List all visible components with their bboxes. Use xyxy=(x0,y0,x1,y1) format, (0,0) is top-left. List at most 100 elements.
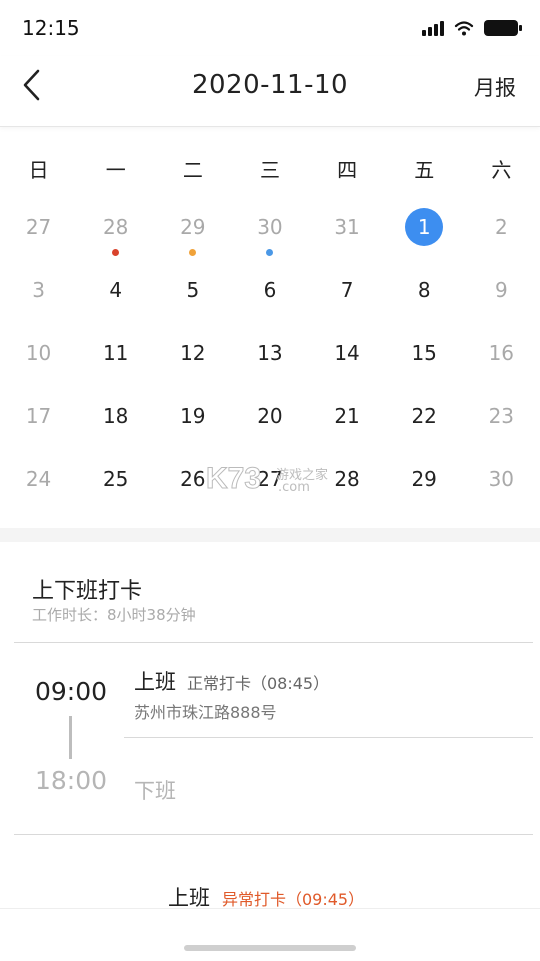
calendar-day[interactable]: 10 xyxy=(0,322,77,385)
clock-out-label: 下班 xyxy=(134,779,176,803)
calendar-day-number: 24 xyxy=(25,467,52,491)
signal-icon xyxy=(422,20,444,36)
calendar-day[interactable]: 30 xyxy=(231,196,308,259)
weekday-label: 一 xyxy=(105,157,126,182)
calendar-day[interactable]: 3 xyxy=(0,259,77,322)
status-icons xyxy=(422,18,522,38)
monthly-report-button[interactable]: 月报 xyxy=(474,72,516,102)
calendar-day-number: 5 xyxy=(186,278,200,302)
calendar-day[interactable]: 2 xyxy=(463,196,540,259)
calendar-day-number: 31 xyxy=(334,215,360,239)
calendar-day[interactable]: 13 xyxy=(231,322,308,385)
calendar-day-number: 10 xyxy=(25,341,52,365)
calendar: 日 一 二 三 四 五 六 27 28 29 30 31 1 2 3 4 5 6 7 8 9 10 11 12 1… xyxy=(0,140,540,528)
calendar-day[interactable]: 27 xyxy=(0,196,77,259)
calendar-day[interactable]: 8 xyxy=(386,259,463,322)
calendar-day[interactable]: 16 xyxy=(463,322,540,385)
calendar-day-number: 22 xyxy=(411,404,437,428)
calendar-day[interactable]: 5 xyxy=(154,259,231,322)
calendar-day-number: 29 xyxy=(180,215,206,239)
home-indicator[interactable] xyxy=(184,945,356,951)
calendar-day[interactable]: 4 xyxy=(77,259,154,322)
calendar-day[interactable]: 14 xyxy=(309,322,386,385)
calendar-day-number: 13 xyxy=(257,341,283,365)
calendar-day[interactable]: 15 xyxy=(386,322,463,385)
calendar-day[interactable]: 7 xyxy=(309,259,386,322)
calendar-day[interactable]: 12 xyxy=(154,322,231,385)
weekday-label: 四 xyxy=(337,157,358,182)
shift-start-time: 09:00 xyxy=(34,677,108,706)
calendar-day-number: 14 xyxy=(334,341,360,365)
nav-bar: 2020-11-10 月报 xyxy=(0,56,540,127)
timeline-connector xyxy=(69,716,72,759)
weekday-header: 日 一 二 三 四 五 六 xyxy=(0,140,540,196)
calendar-day-number: 11 xyxy=(102,341,129,365)
calendar-day[interactable]: 26 xyxy=(154,448,231,511)
calendar-day-number: 28 xyxy=(102,215,129,239)
status-time: 12:15 xyxy=(22,16,80,40)
calendar-day[interactable]: 29 xyxy=(154,196,231,259)
calendar-day[interactable]: 20 xyxy=(231,385,308,448)
calendar-day-number: 6 xyxy=(263,278,277,302)
calendar-day[interactable]: 25 xyxy=(77,448,154,511)
calendar-day[interactable]: 22 xyxy=(386,385,463,448)
calendar-day[interactable]: 9 xyxy=(463,259,540,322)
calendar-day-number: 30 xyxy=(488,467,515,491)
calendar-day-number: 3 xyxy=(32,278,45,302)
weekday-label: 三 xyxy=(259,157,280,182)
attendance-marker-dot xyxy=(266,249,274,256)
weekday-label: 二 xyxy=(182,157,203,182)
calendar-day[interactable]: 28 xyxy=(77,196,154,259)
calendar-grid: 27 28 29 30 31 1 2 3 4 5 6 7 8 9 10 11 12 13 14 15 16 17 18 19 2… xyxy=(0,196,540,511)
battery-icon xyxy=(484,20,522,36)
clock-in-label: 上班 xyxy=(134,670,176,694)
calendar-day-number: 27 xyxy=(25,215,52,239)
divider xyxy=(124,737,533,738)
calendar-day-selected[interactable]: 1 xyxy=(386,196,463,259)
calendar-day-number: 15 xyxy=(411,341,437,365)
calendar-day[interactable]: 21 xyxy=(309,385,386,448)
calendar-day[interactable]: 23 xyxy=(463,385,540,448)
section-gap xyxy=(0,528,540,542)
calendar-day-number: 17 xyxy=(25,404,52,428)
calendar-week-row: 10 11 12 13 14 15 16 xyxy=(0,322,540,385)
record-clock-in-status: 异常打卡（09:45） xyxy=(222,890,365,909)
calendar-day-number: 7 xyxy=(340,278,354,302)
calendar-day[interactable]: 24 xyxy=(0,448,77,511)
status-bar: 12:15 xyxy=(0,0,540,56)
calendar-day[interactable]: 17 xyxy=(0,385,77,448)
weekday-label: 六 xyxy=(491,157,512,182)
calendar-day[interactable]: 29 xyxy=(386,448,463,511)
calendar-day-number: 16 xyxy=(488,341,515,365)
calendar-day-number: 1 xyxy=(405,208,444,246)
clock-in-status: 正常打卡（08:45） xyxy=(187,674,330,693)
calendar-day-number: 21 xyxy=(334,404,360,428)
calendar-day-number: 26 xyxy=(180,467,206,491)
calendar-day[interactable]: 27 xyxy=(231,448,308,511)
calendar-day-number: 25 xyxy=(102,467,129,491)
calendar-day[interactable]: 28 xyxy=(309,448,386,511)
calendar-day-number: 2 xyxy=(494,215,508,239)
calendar-day-number: 27 xyxy=(257,467,283,491)
divider xyxy=(14,834,533,835)
work-duration: 工作时长：8小时38分钟 xyxy=(32,606,196,624)
calendar-day[interactable]: 18 xyxy=(77,385,154,448)
calendar-week-row: 3 4 5 6 7 8 9 xyxy=(0,259,540,322)
calendar-day-number: 30 xyxy=(257,215,283,239)
calendar-day[interactable]: 30 xyxy=(463,448,540,511)
wifi-icon xyxy=(454,21,474,36)
calendar-day[interactable]: 19 xyxy=(154,385,231,448)
attendance-marker-dot xyxy=(189,249,197,256)
calendar-day-number: 9 xyxy=(494,278,508,302)
calendar-day[interactable]: 6 xyxy=(231,259,308,322)
weekday-label: 五 xyxy=(414,157,435,182)
calendar-day-number: 12 xyxy=(180,341,206,365)
shift-end-time: 18:00 xyxy=(34,766,108,795)
clock-in-address: 苏州市珠江路888号 xyxy=(134,703,277,722)
calendar-day[interactable]: 31 xyxy=(309,196,386,259)
page-title: 2020-11-10 xyxy=(191,70,349,100)
bottom-bar xyxy=(0,908,540,961)
calendar-day[interactable]: 11 xyxy=(77,322,154,385)
attendance-title: 上下班打卡 xyxy=(32,579,143,604)
calendar-day-number: 4 xyxy=(109,278,123,302)
